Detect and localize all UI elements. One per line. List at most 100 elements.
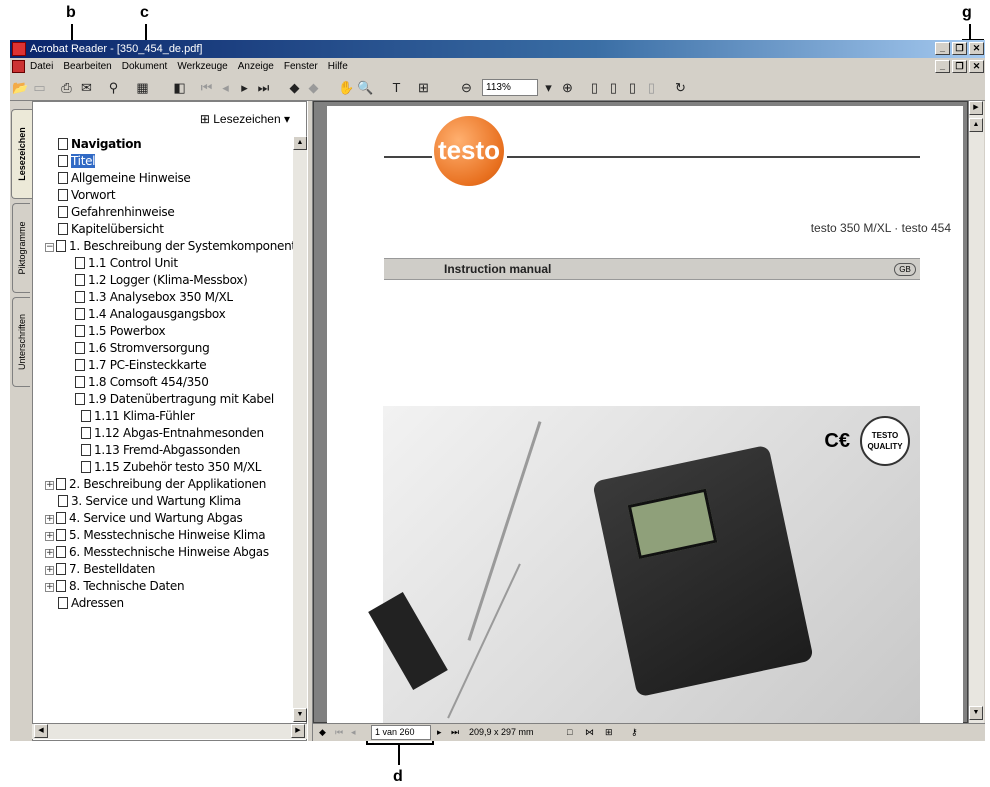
print-icon[interactable]: ⎙ — [58, 79, 75, 96]
bookmark-item[interactable]: Navigation — [58, 136, 142, 153]
go-forward-icon[interactable]: ◆ — [305, 79, 322, 96]
acrobat-app-icon[interactable] — [12, 42, 26, 56]
scroll-left-arrow-icon[interactable]: ◀ — [34, 724, 48, 738]
menu-werkzeuge[interactable]: Werkzeuge — [177, 58, 227, 75]
expand-icon[interactable]: + — [45, 566, 54, 575]
fit-page-icon[interactable]: ▯ — [605, 79, 622, 96]
bookmark-item[interactable]: 1.13 Fremd-Abgassonden — [81, 442, 241, 459]
document-view[interactable]: testo testo 350 M/XL · testo 454 Instruc… — [313, 101, 968, 726]
bookmark-item[interactable]: 1.8 Comsoft 454/350 — [75, 374, 209, 391]
last-page-icon[interactable]: ⏭ — [255, 79, 272, 96]
scroll-right-arrow-icon[interactable]: ▶ — [291, 724, 305, 738]
expand-icon[interactable]: + — [45, 549, 54, 558]
expand-icon[interactable]: + — [45, 532, 54, 541]
scroll-up-arrow-icon[interactable]: ▲ — [969, 118, 983, 132]
menu-hilfe[interactable]: Hilfe — [328, 58, 348, 75]
bookmark-item[interactable]: 1.4 Analogausgangsbox — [75, 306, 226, 323]
expand-icon[interactable]: + — [45, 481, 54, 490]
title-bar[interactable]: Acrobat Reader - [350_454_de.pdf] _ ❐ ✕ — [10, 40, 985, 58]
first-page-status-icon[interactable]: ⏮ — [335, 724, 343, 740]
bookmark-item[interactable]: 1.3 Analysebox 350 M/XL — [75, 289, 233, 306]
prev-page-status-icon[interactable]: ◂ — [351, 724, 356, 740]
bookmark-item[interactable]: Gefahrenhinweise — [58, 204, 175, 221]
document-vertical-scrollbar[interactable]: ▶ ▲ ▼ — [968, 101, 984, 723]
bookmark-item[interactable]: Adressen — [58, 595, 124, 612]
doc-restore-button[interactable]: ❐ — [952, 60, 967, 73]
first-page-icon[interactable]: ⏮ — [198, 79, 215, 96]
continuous-icon[interactable]: ⋈ — [585, 724, 594, 740]
document-icon[interactable] — [12, 60, 25, 73]
menu-fenster[interactable]: Fenster — [284, 58, 318, 75]
bookmark-item[interactable]: − 1. Beschreibung der Systemkomponent — [45, 238, 295, 255]
bookmark-item[interactable]: 1.6 Stromversorgung — [75, 340, 210, 357]
bookmark-item[interactable]: Vorwort — [58, 187, 116, 204]
last-page-status-icon[interactable]: ⏭ — [451, 724, 459, 740]
go-back-icon[interactable]: ◆ — [286, 79, 303, 96]
bookmark-item[interactable]: Titel — [58, 153, 96, 170]
show-hide-navigation-icon[interactable]: ◧ — [171, 79, 188, 96]
page-number-field[interactable]: 1 van 260 — [371, 725, 431, 740]
bookmarks-menu[interactable]: ⊞ Lesezeichen ▾ — [200, 112, 290, 126]
graphics-select-icon[interactable]: ⊞ — [415, 79, 432, 96]
menu-bearbeiten[interactable]: Bearbeiten — [63, 58, 111, 75]
bookmark-item[interactable]: 1.1 Control Unit — [75, 255, 178, 272]
scroll-down-arrow-icon[interactable]: ▼ — [969, 706, 983, 720]
doc-minimize-button[interactable]: _ — [935, 60, 950, 73]
zoom-in-tool-icon[interactable]: 🔍 — [357, 79, 374, 96]
next-page-status-icon[interactable]: ▸ — [437, 724, 442, 740]
zoom-dropdown-icon[interactable]: ▾ — [540, 79, 557, 96]
minimize-button[interactable]: _ — [935, 42, 950, 55]
next-page-icon[interactable]: ▸ — [236, 79, 253, 96]
open-icon[interactable]: 📂 — [12, 79, 29, 96]
bookmarks-horizontal-scrollbar[interactable]: ◀ ▶ — [32, 723, 307, 739]
page-right-arrow-icon[interactable]: ▶ — [969, 101, 983, 115]
menu-anzeige[interactable]: Anzeige — [238, 58, 274, 75]
bookmark-item[interactable]: 1.7 PC-Einsteckkarte — [75, 357, 207, 374]
expand-icon[interactable]: + — [45, 583, 54, 592]
hand-tool-icon[interactable]: ✋ — [338, 79, 355, 96]
bookmark-item[interactable]: Allgemeine Hinweise — [58, 170, 191, 187]
bookmark-item[interactable]: 1.15 Zubehör testo 350 M/XL — [81, 459, 261, 476]
page-nav-icon[interactable]: ◆ — [319, 724, 326, 740]
scroll-up-arrow-icon[interactable]: ▲ — [293, 136, 307, 150]
search-icon[interactable]: ⚲ — [105, 79, 122, 96]
tab-piktogramme[interactable]: Piktogramme — [12, 203, 30, 293]
menu-datei[interactable]: Datei — [30, 58, 53, 75]
save-icon[interactable]: ▭ — [31, 79, 48, 96]
facing-icon[interactable]: ⊞ — [605, 724, 613, 740]
bookmark-item[interactable]: +8. Technische Daten — [45, 578, 185, 595]
bookmark-item[interactable]: +4. Service und Wartung Abgas — [45, 510, 243, 527]
bookmarks-vertical-scrollbar[interactable]: ▲ ▼ — [293, 136, 307, 722]
rotate-view-icon[interactable]: ↻ — [672, 79, 689, 96]
expand-icon[interactable]: + — [45, 515, 54, 524]
email-icon[interactable]: ✉ — [78, 79, 95, 96]
bookmark-item[interactable]: 3. Service und Wartung Klima — [58, 493, 241, 510]
zoom-in-icon[interactable]: ⊕ — [559, 79, 576, 96]
bookmark-item[interactable]: +6. Messtechnische Hinweise Abgas — [45, 544, 269, 561]
scroll-down-arrow-icon[interactable]: ▼ — [293, 708, 307, 722]
previous-page-icon[interactable]: ◂ — [217, 79, 234, 96]
menu-dokument[interactable]: Dokument — [122, 58, 168, 75]
text-select-icon[interactable]: T — [388, 79, 405, 96]
bookmark-item[interactable]: +5. Messtechnische Hinweise Klima — [45, 527, 266, 544]
restore-button[interactable]: ❐ — [952, 42, 967, 55]
bookmark-item[interactable]: +7. Bestelldaten — [45, 561, 155, 578]
advanced-search-icon[interactable]: ▦ — [134, 79, 151, 96]
doc-close-button[interactable]: ✕ — [969, 60, 984, 73]
tab-unterschriften[interactable]: Unterschriften — [12, 297, 30, 387]
fit-visible-icon[interactable]: ▯ — [643, 79, 660, 96]
zoom-input[interactable]: 113% — [482, 79, 538, 96]
bookmark-item[interactable]: 1.9 Datenübertragung mit Kabel — [75, 391, 274, 408]
bookmark-item[interactable]: 1.12 Abgas-Entnahmesonden — [81, 425, 264, 442]
close-button[interactable]: ✕ — [969, 42, 984, 55]
bookmark-item[interactable]: 1.5 Powerbox — [75, 323, 166, 340]
bookmark-item[interactable]: 1.11 Klima-Fühler — [81, 408, 195, 425]
bookmark-item[interactable]: Kapitelübersicht — [58, 221, 164, 238]
single-page-icon[interactable]: □ — [567, 724, 572, 740]
bookmark-item[interactable]: +2. Beschreibung der Applikationen — [45, 476, 266, 493]
bookmark-item[interactable]: 1.2 Logger (Klima-Messbox) — [75, 272, 248, 289]
tab-lesezeichen[interactable]: Lesezeichen — [11, 109, 32, 199]
actual-size-icon[interactable]: ▯ — [586, 79, 603, 96]
fit-width-icon[interactable]: ▯ — [624, 79, 641, 96]
collapse-icon[interactable]: − — [45, 243, 54, 252]
